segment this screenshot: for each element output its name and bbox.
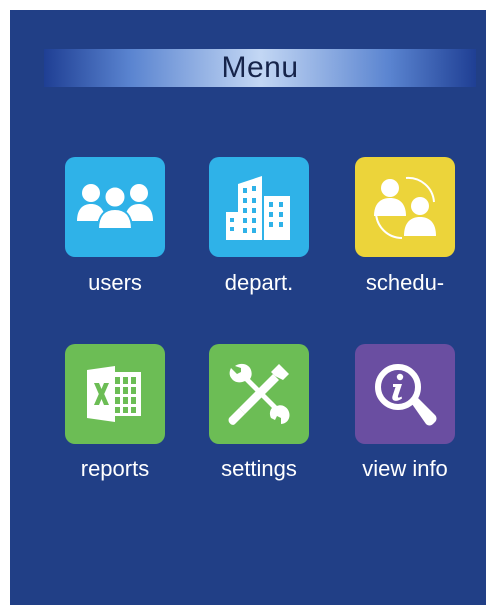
department-label: depart. <box>224 270 294 295</box>
spreadsheet-icon <box>87 366 141 422</box>
menu-title: Menu <box>221 51 299 84</box>
info-search-icon <box>375 364 437 426</box>
users-icon <box>77 184 153 230</box>
settings-button[interactable] <box>209 344 309 444</box>
menu-title-bar: Menu <box>44 49 476 87</box>
view-info-button[interactable] <box>355 344 455 444</box>
schedule-label: schedu- <box>365 270 445 295</box>
tools-icon <box>228 363 290 425</box>
users-button[interactable] <box>65 157 165 257</box>
device-screen: Menu users depart. schedu- reports setti… <box>10 10 486 605</box>
reports-label: reports <box>80 456 150 481</box>
settings-label: settings <box>221 456 297 481</box>
schedule-button[interactable] <box>355 157 455 257</box>
department-button[interactable] <box>209 157 309 257</box>
users-label: users <box>88 270 142 295</box>
building-icon <box>226 176 290 240</box>
reports-button[interactable] <box>65 344 165 444</box>
schedule-icon <box>374 176 436 239</box>
view-info-label: view info <box>362 456 448 481</box>
